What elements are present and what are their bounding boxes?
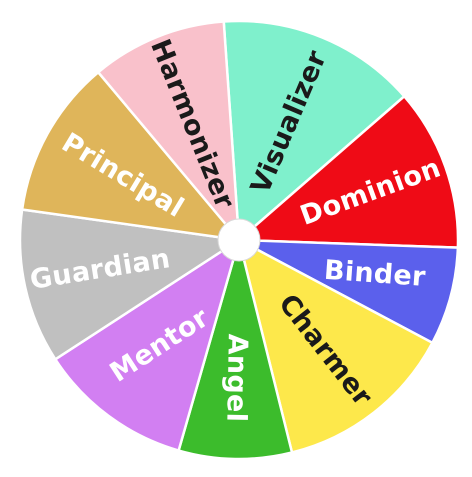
wheel-center-hub (217, 218, 261, 262)
personality-wheel: Visualizer Dominion Binder Charmer Angel Ment… (0, 0, 472, 472)
label-angel: Angel (220, 333, 253, 422)
wheel-graphic: VisualizerDominionBinderCharmerAngelMent… (18, 19, 460, 461)
